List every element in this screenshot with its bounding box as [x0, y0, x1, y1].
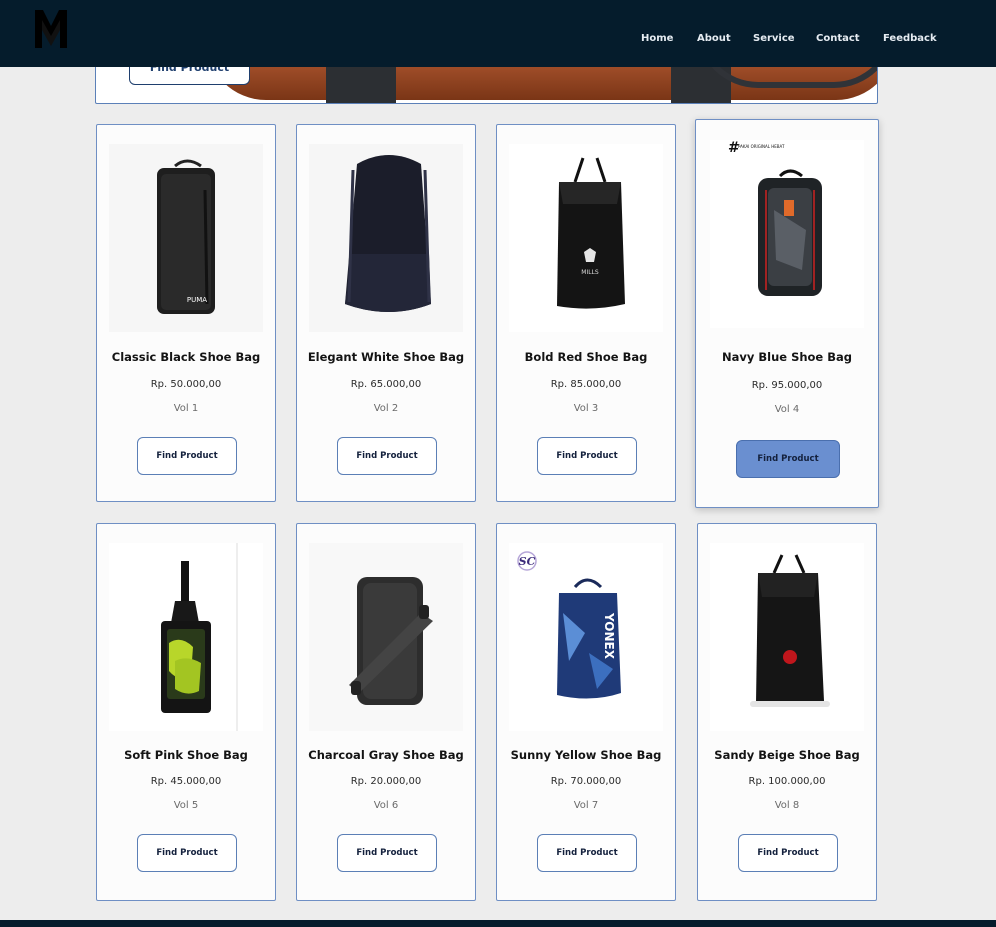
- product-card-2: Elegant White Shoe Bag Rp. 65.000,00 Vol…: [296, 124, 476, 502]
- sc-badge-text: SC: [519, 555, 536, 568]
- product-card-8: Sandy Beige Shoe Bag Rp. 100.000,00 Vol …: [697, 523, 877, 901]
- product-title: Sunny Yellow Shoe Bag: [510, 748, 662, 762]
- product-price: Rp. 95.000,00: [751, 380, 823, 391]
- footer: [0, 920, 996, 927]
- product-image-6: [309, 543, 463, 731]
- find-product-button[interactable]: Find Product: [337, 834, 437, 872]
- product-price: Rp. 50.000,00: [150, 379, 222, 390]
- find-product-button[interactable]: Find Product: [537, 437, 637, 475]
- product-title: Bold Red Shoe Bag: [524, 350, 648, 364]
- product-vol: Vol 7: [573, 800, 599, 811]
- product-vol: Vol 3: [573, 403, 599, 414]
- mills-brand-text: MILLS: [581, 269, 599, 276]
- product-card-3: MILLS Bold Red Shoe Bag Rp. 85.000,00 Vo…: [496, 124, 676, 502]
- product-image-8: [710, 543, 864, 731]
- product-card-7: SC YONEX Sunny Yellow Shoe Bag Rp. 70.00…: [496, 523, 676, 901]
- product-card-6: Charcoal Gray Shoe Bag Rp. 20.000,00 Vol…: [296, 523, 476, 901]
- find-product-button[interactable]: Find Product: [736, 440, 840, 478]
- product-image-3: MILLS: [509, 144, 663, 332]
- product-title: Sandy Beige Shoe Bag: [714, 748, 860, 762]
- hashtag-text: PAKAI ORIGINAL HEBAT: [738, 144, 785, 149]
- yonex-brand-text: YONEX: [602, 612, 616, 660]
- nav-links: Home About Service Contact Feedback: [0, 33, 996, 47]
- product-vol: Vol 1: [173, 403, 199, 414]
- find-product-button[interactable]: Find Product: [137, 834, 237, 872]
- find-product-button[interactable]: Find Product: [137, 437, 237, 475]
- nav-about[interactable]: About: [697, 33, 731, 44]
- product-title: Charcoal Gray Shoe Bag: [308, 748, 464, 762]
- product-price: Rp. 20.000,00: [350, 776, 422, 787]
- nav-contact[interactable]: Contact: [816, 33, 860, 44]
- product-title: Classic Black Shoe Bag: [111, 350, 261, 364]
- nav-home[interactable]: Home: [641, 33, 673, 44]
- product-image-5: [109, 543, 263, 731]
- product-image-7: SC YONEX: [509, 543, 663, 731]
- product-image-4: # PAKAI ORIGINAL HEBAT: [710, 140, 864, 328]
- puma-brand-text: PUMA: [187, 296, 207, 304]
- product-title: Soft Pink Shoe Bag: [124, 748, 248, 762]
- product-card-4: # PAKAI ORIGINAL HEBAT Navy Blue Shoe Ba…: [695, 119, 879, 508]
- product-image-1: PUMA: [109, 144, 263, 332]
- nav-feedback[interactable]: Feedback: [883, 33, 937, 44]
- product-card-5: Soft Pink Shoe Bag Rp. 45.000,00 Vol 5 F…: [96, 523, 276, 901]
- product-vol: Vol 2: [373, 403, 399, 414]
- product-price: Rp. 65.000,00: [350, 379, 422, 390]
- product-title: Elegant White Shoe Bag: [307, 350, 465, 364]
- find-product-button[interactable]: Find Product: [537, 834, 637, 872]
- nav-service[interactable]: Service: [753, 33, 795, 44]
- product-image-2: [309, 144, 463, 332]
- find-product-button[interactable]: Find Product: [337, 437, 437, 475]
- product-vol: Vol 4: [774, 404, 800, 415]
- product-price: Rp. 100.000,00: [748, 776, 826, 787]
- navbar: Home About Service Contact Feedback: [0, 0, 996, 67]
- product-card-1: PUMA Classic Black Shoe Bag Rp. 50.000,0…: [96, 124, 276, 502]
- product-price: Rp. 85.000,00: [550, 379, 622, 390]
- find-product-button[interactable]: Find Product: [738, 834, 838, 872]
- product-vol: Vol 5: [173, 800, 199, 811]
- product-title: Navy Blue Shoe Bag: [721, 350, 852, 364]
- product-vol: Vol 8: [774, 800, 800, 811]
- product-price: Rp. 70.000,00: [550, 776, 622, 787]
- product-vol: Vol 6: [373, 800, 399, 811]
- product-price: Rp. 45.000,00: [150, 776, 222, 787]
